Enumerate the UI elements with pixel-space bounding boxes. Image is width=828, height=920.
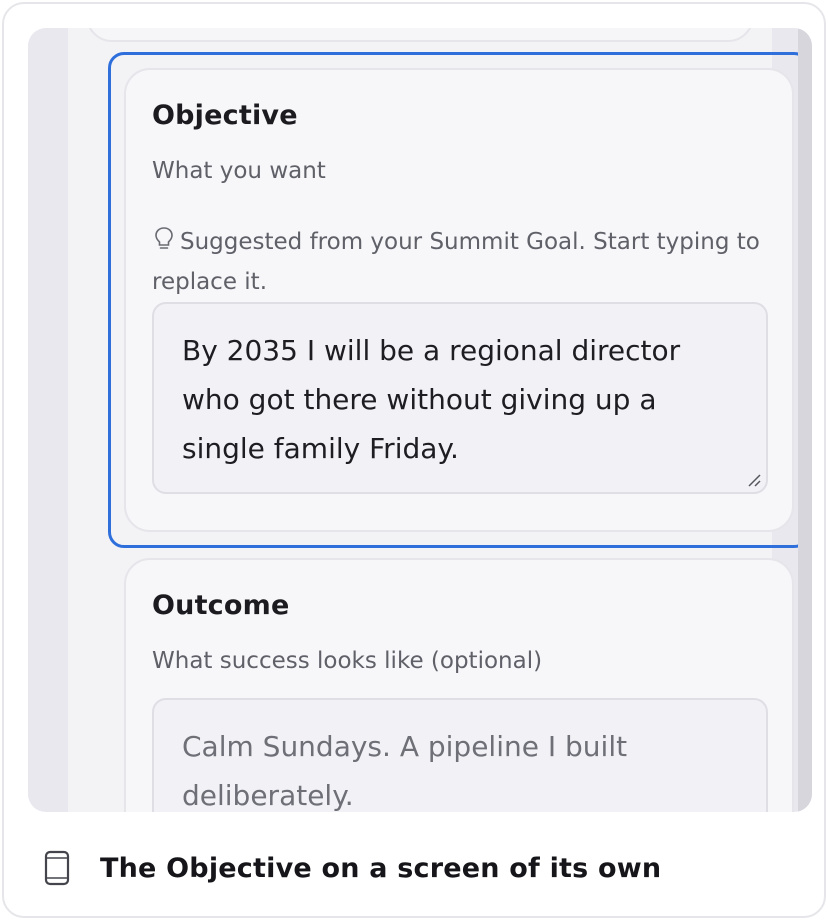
lightbulb-icon xyxy=(155,227,173,249)
previous-card xyxy=(86,28,754,42)
phone-screen: Objective What you want Suggested from y… xyxy=(68,28,810,812)
objective-textarea[interactable]: By 2035 I will be a regional director wh… xyxy=(152,302,768,494)
scrollbar[interactable] xyxy=(798,28,812,812)
outcome-card: Outcome What success looks like (optiona… xyxy=(124,558,794,812)
objective-title: Objective xyxy=(152,100,298,131)
mobile-phone-icon xyxy=(44,850,70,886)
phone-preview: Objective What you want Suggested from y… xyxy=(28,28,812,812)
outcome-title: Outcome xyxy=(152,590,290,621)
objective-hint: Suggested from your Summit Goal. Start t… xyxy=(152,222,762,302)
caption-text: The Objective on a screen of its own xyxy=(100,852,662,884)
objective-subtitle: What you want xyxy=(152,158,326,184)
example-card: Objective What you want Suggested from y… xyxy=(2,2,826,918)
outcome-subtitle: What success looks like (optional) xyxy=(152,648,543,674)
outcome-textarea-placeholder: Calm Sundays. A pipeline I built deliber… xyxy=(182,730,628,812)
objective-hint-text: Suggested from your Summit Goal. Start t… xyxy=(152,229,760,295)
caption: The Objective on a screen of its own xyxy=(44,846,661,890)
objective-card: Objective What you want Suggested from y… xyxy=(124,68,794,532)
objective-textarea-value: By 2035 I will be a regional director wh… xyxy=(182,334,681,465)
resize-handle-icon[interactable] xyxy=(746,472,762,488)
outcome-textarea[interactable]: Calm Sundays. A pipeline I built deliber… xyxy=(152,698,768,812)
